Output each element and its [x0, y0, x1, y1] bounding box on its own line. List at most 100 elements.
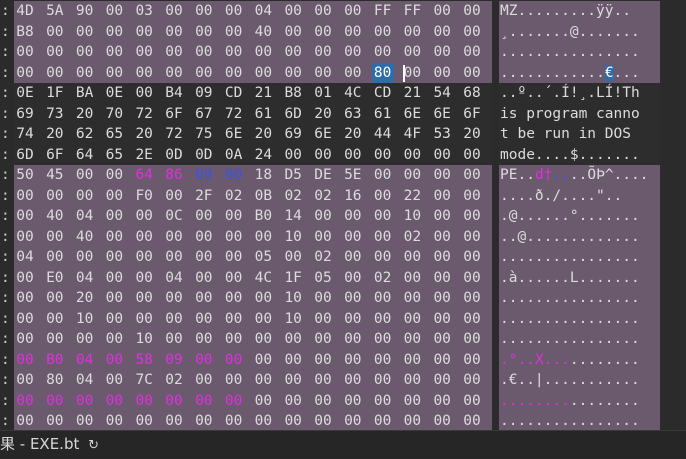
hex-row[interactable]: 00 00 40 00 00 00 00 00 00 10 00 00 00 02 00 00 — [14, 226, 492, 248]
hex-byte[interactable]: 00 — [193, 42, 215, 63]
hex-byte[interactable]: 00 — [372, 206, 394, 227]
hex-byte[interactable]: 00 — [312, 391, 334, 412]
ascii-row[interactable]: ................ — [499, 288, 660, 309]
hex-byte[interactable]: 00 — [431, 268, 453, 289]
hex-byte[interactable]: 20 — [44, 124, 66, 145]
hex-byte[interactable]: 00 — [193, 329, 215, 350]
hex-byte[interactable]: 00 — [461, 22, 483, 43]
hex-byte[interactable]: 00 — [372, 391, 394, 412]
hex-byte[interactable]: 00 — [103, 350, 125, 371]
hex-byte[interactable]: 00 — [14, 411, 36, 430]
hex-byte[interactable]: 50 — [14, 165, 36, 186]
hex-byte[interactable]: 00 — [14, 63, 36, 84]
hex-byte[interactable]: 02 — [312, 186, 334, 207]
hex-byte[interactable]: B8 — [282, 83, 304, 104]
hex-byte[interactable]: 00 — [133, 22, 155, 43]
hex-byte[interactable]: 09 — [193, 165, 215, 186]
hex-row[interactable]: 00 00 10 00 00 00 00 00 00 10 00 00 00 00 00 00 — [14, 308, 492, 330]
hex-byte[interactable]: 00 — [252, 227, 274, 248]
hex-byte[interactable]: D5 — [282, 165, 304, 186]
hex-byte[interactable]: 00 — [193, 227, 215, 248]
hex-byte[interactable]: 00 — [163, 391, 185, 412]
ascii-pane[interactable]: MZ.........ÿÿ.. ¸.......@................… — [499, 0, 660, 430]
ascii-row[interactable]: ¸.......@....... — [499, 21, 660, 42]
hex-editor-viewport[interactable]: ::::::::::::::::::::: 4D 5A 90 00 03 00 00 00 04… — [0, 0, 686, 430]
hex-byte[interactable]: 00 — [252, 309, 274, 330]
hex-byte[interactable]: 10 — [282, 309, 304, 330]
hex-byte[interactable]: 00 — [74, 22, 96, 43]
hex-byte[interactable]: 00 — [342, 247, 364, 268]
hex-byte[interactable]: 00 — [74, 329, 96, 350]
hex-byte[interactable]: 64 — [74, 145, 96, 166]
hex-byte[interactable]: 6F — [44, 145, 66, 166]
hex-byte[interactable]: 0E — [103, 83, 125, 104]
hex-byte[interactable]: 00 — [14, 329, 36, 350]
hex-byte[interactable]: 00 — [193, 206, 215, 227]
hex-byte[interactable]: 00 — [401, 288, 423, 309]
hex-byte[interactable]: 69 — [14, 104, 36, 125]
hex-byte[interactable]: 00 — [401, 370, 423, 391]
hex-byte[interactable]: 10 — [74, 309, 96, 330]
hex-byte[interactable]: B4 — [163, 83, 185, 104]
hex-row[interactable]: 4D 5A 90 00 03 00 00 00 04 00 00 00 FF FF 00 00 — [14, 1, 492, 22]
hex-byte[interactable]: 0D — [193, 145, 215, 166]
hex-byte[interactable]: 00 — [74, 165, 96, 186]
hex-byte[interactable]: 00 — [312, 22, 334, 43]
hex-byte[interactable]: 00 — [133, 411, 155, 430]
hex-byte[interactable]: 00 — [401, 247, 423, 268]
hex-byte[interactable]: 00 — [193, 22, 215, 43]
hex-byte[interactable]: 00 — [372, 145, 394, 166]
hex-byte[interactable]: 00 — [74, 186, 96, 207]
hex-byte[interactable]: 05 — [252, 247, 274, 268]
hex-byte[interactable]: 00 — [163, 42, 185, 63]
hex-byte[interactable]: 00 — [14, 309, 36, 330]
hex-byte[interactable]: 00 — [44, 309, 66, 330]
hex-byte[interactable]: 00 — [401, 391, 423, 412]
hex-byte[interactable]: 00 — [44, 329, 66, 350]
hex-byte[interactable]: 00 — [223, 268, 245, 289]
hex-byte[interactable]: 00 — [44, 22, 66, 43]
ascii-row[interactable]: .à......L....... — [499, 267, 660, 288]
hex-byte[interactable]: 00 — [282, 391, 304, 412]
hex-byte[interactable]: 00 — [14, 206, 36, 227]
hex-byte[interactable]: 00 — [14, 268, 36, 289]
hex-byte[interactable]: 0D — [163, 145, 185, 166]
hex-byte[interactable]: 2E — [133, 145, 155, 166]
hex-byte[interactable]: 04 — [74, 206, 96, 227]
hex-byte[interactable]: 00 — [342, 42, 364, 63]
hex-byte[interactable]: 00 — [372, 411, 394, 430]
hex-byte[interactable]: 20 — [252, 124, 274, 145]
hex-byte[interactable]: 5E — [342, 165, 364, 186]
hex-byte[interactable]: 00 — [282, 411, 304, 430]
hex-byte[interactable]: 00 — [431, 22, 453, 43]
hex-byte[interactable]: 61 — [252, 104, 274, 125]
hex-byte[interactable]: 00 — [401, 268, 423, 289]
hex-byte[interactable]: 00 — [44, 63, 66, 84]
hex-byte[interactable]: 00 — [14, 350, 36, 371]
hex-byte[interactable]: 00 — [193, 309, 215, 330]
hex-byte[interactable]: 00 — [342, 145, 364, 166]
hex-byte[interactable]: 04 — [74, 370, 96, 391]
hex-byte[interactable]: 00 — [223, 165, 245, 186]
hex-byte[interactable]: 00 — [431, 145, 453, 166]
hex-byte[interactable]: 10 — [282, 227, 304, 248]
hex-byte[interactable]: 05 — [312, 268, 334, 289]
hex-byte[interactable]: 62 — [74, 124, 96, 145]
hex-byte[interactable]: 00 — [163, 309, 185, 330]
hex-byte[interactable]: 00 — [252, 350, 274, 371]
hex-row[interactable]: 04 00 00 00 00 00 00 00 05 00 02 00 00 00 00 00 — [14, 247, 492, 268]
hex-byte[interactable]: 00 — [103, 206, 125, 227]
hex-byte[interactable]: E0 — [44, 268, 66, 289]
hex-byte[interactable]: 6E — [223, 124, 245, 145]
hex-byte[interactable]: 00 — [282, 63, 304, 84]
hex-row[interactable]: 00 80 04 00 7C 02 00 00 00 00 00 00 00 00 00 00 — [14, 370, 492, 391]
hex-byte[interactable]: 00 — [103, 247, 125, 268]
hex-byte[interactable]: 00 — [282, 247, 304, 268]
hex-byte[interactable]: 00 — [461, 247, 483, 268]
hex-byte[interactable]: 68 — [461, 83, 483, 104]
hex-row[interactable]: 00 00 00 00 00 00 00 00 00 00 00 00 00 00 00 00 — [14, 390, 492, 412]
hex-byte[interactable]: 6F — [461, 104, 483, 125]
hex-byte[interactable]: 00 — [193, 63, 215, 84]
hex-byte[interactable]: 00 — [312, 411, 334, 430]
hex-pane[interactable]: 4D 5A 90 00 03 00 00 00 04 00 00 00 FF FF 00 00 B8 00 00 00… — [14, 0, 492, 430]
